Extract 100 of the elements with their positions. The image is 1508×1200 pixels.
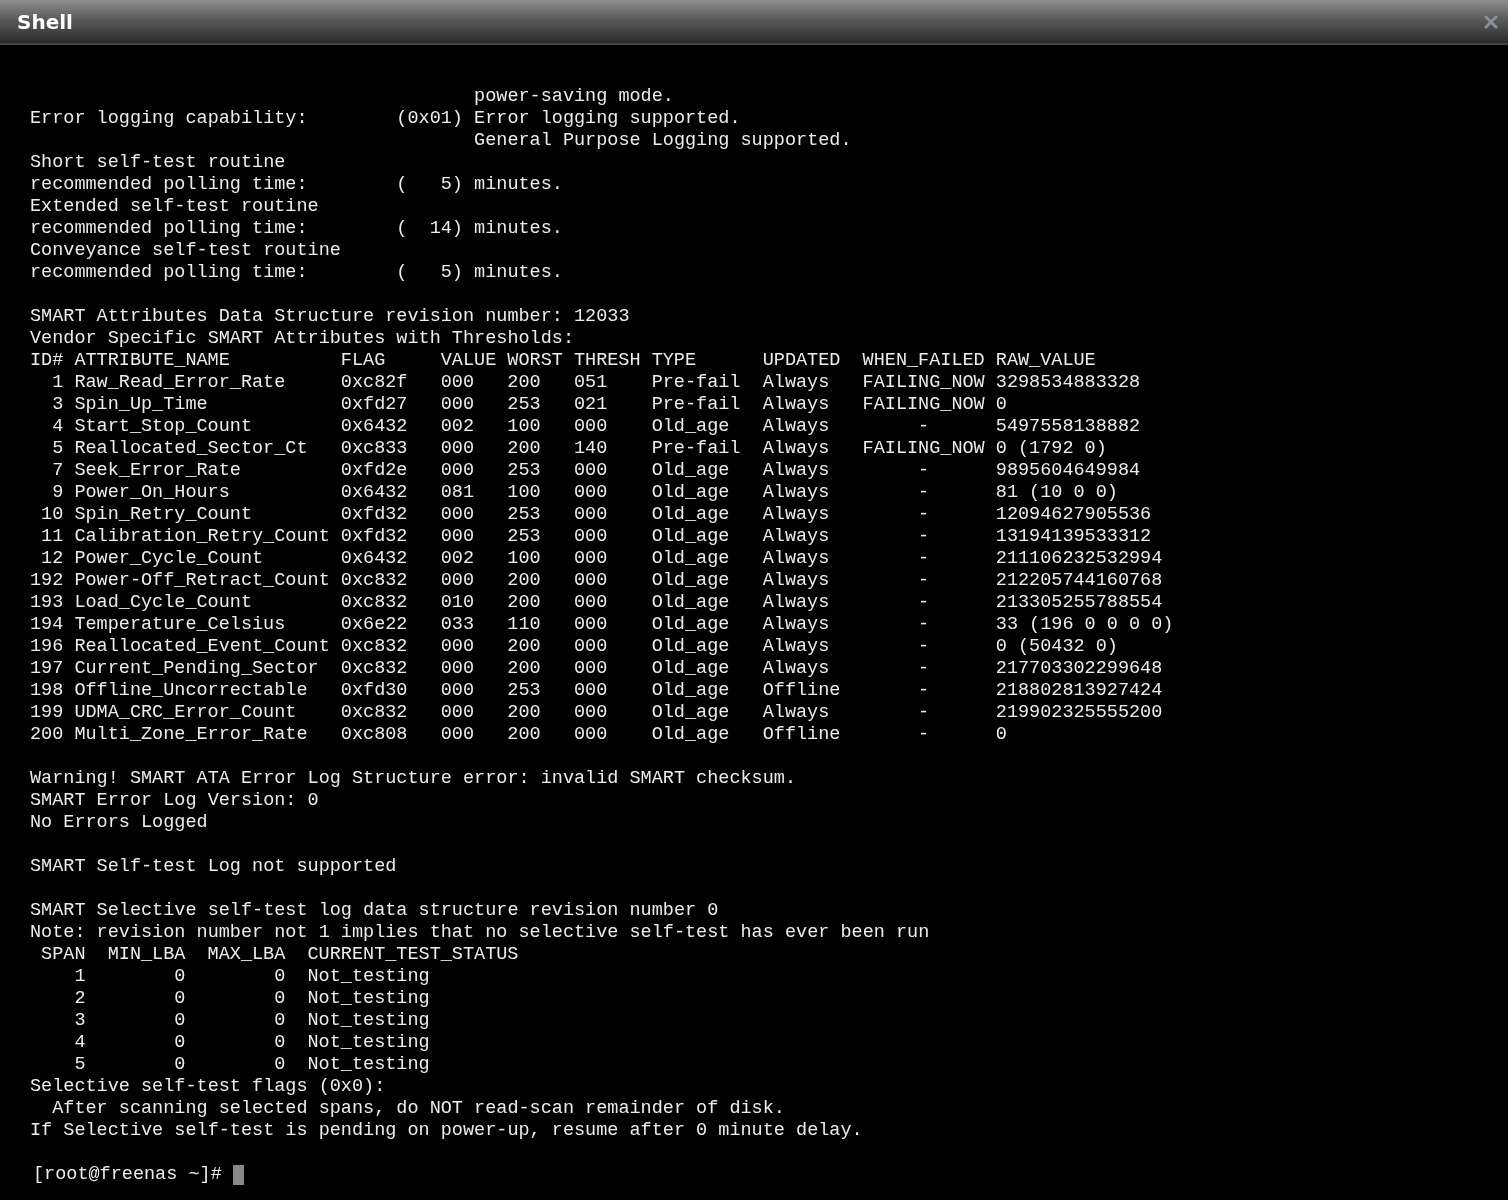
table-cell-text: 000 [573, 702, 609, 724]
table-cell: 0 [995, 724, 1007, 746]
table-cell: 212205744160768 [995, 570, 1163, 592]
table-cell-text: - [917, 658, 931, 680]
table-cell-text: 0 [273, 1032, 286, 1054]
table-cell-text: 200 [507, 724, 542, 746]
table-cell-text: 002 [440, 416, 476, 438]
table-cell-text: 0xc832 [340, 592, 409, 614]
table-cell-text: - [917, 636, 931, 658]
table-cell-text: Power_Cycle_Count [74, 548, 265, 570]
table-cell-text: 110 [507, 614, 542, 636]
table-cell-text: 7 [51, 460, 64, 482]
table-cell-text: 253 [507, 680, 542, 702]
table-cell-text: 4 [73, 1032, 86, 1054]
table-cell: FAILING_NOW [862, 438, 985, 460]
table-cell-text: 0x6e22 [340, 614, 409, 636]
table-cell: 200 [30, 724, 64, 746]
table-cell-text: Multi_Zone_Error_Rate [74, 724, 309, 746]
table-cell-text: Old_age [651, 548, 731, 570]
table-cell: 81 (10 0 0) [995, 482, 1118, 504]
table-cell: Not_testing [307, 1010, 430, 1032]
table-cell-text: Old_age [651, 680, 731, 702]
table-cell-text: 000 [440, 570, 476, 592]
table-cell-text: 0xc832 [340, 636, 409, 658]
table-cell-text: - [917, 416, 931, 438]
terminal-line: SMART Attributes Data Structure revision number: 12033 [30, 306, 630, 328]
table-cell-text: Load_Cycle_Count [74, 592, 254, 614]
terminal-line: Vendor Specific SMART Attributes with Thresholds: [30, 328, 574, 350]
terminal-line: Extended self-test routine [30, 196, 319, 218]
table-cell: 219902325555200 [995, 702, 1163, 724]
table-cell-text: Old_age [651, 526, 731, 548]
table-cell-text: Always [762, 394, 831, 416]
table-cell-text: Reallocated_Sector_Ct [74, 438, 309, 460]
table-cell: 192 [30, 570, 64, 592]
table-cell-text: UDMA_CRC_Error_Count [74, 702, 298, 724]
terminal-line: Error logging capability: (0x01) Error logging supported. [30, 108, 741, 130]
table-cell-text: Old_age [651, 658, 731, 680]
table-cell-text: 0xc808 [340, 724, 409, 746]
table-cell-text: Always [762, 416, 831, 438]
column-header: WORST [507, 350, 564, 372]
table-cell-text: 000 [573, 416, 609, 438]
table-cell-text: Old_age [651, 724, 731, 746]
table-cell-text: Always [762, 504, 831, 526]
table-cell: 13194139533312 [995, 526, 1152, 548]
table-cell-text: 0 [273, 966, 286, 988]
shell-prompt: [root@freenas ~]# [33, 1164, 222, 1186]
table-cell-text: 010 [440, 592, 476, 614]
table-cell-text: Always [762, 614, 831, 636]
table-cell-text: - [917, 614, 931, 636]
table-cell: 5497558138882 [995, 416, 1141, 438]
table-cell-text: 0xfd27 [340, 394, 409, 416]
terminal-line: General Purpose Logging supported. [473, 130, 852, 152]
table-cell-text: - [917, 680, 931, 702]
table-cell-text: 0 [173, 966, 186, 988]
table-cell-text: Offline [762, 680, 842, 702]
table-cell-text: 200 [507, 592, 542, 614]
table-cell: 193 [30, 592, 64, 614]
table-cell-text: 200 [507, 702, 542, 724]
table-cell-text: Always [762, 570, 831, 592]
terminal-line: Note: revision number not 1 implies that no selective self-test has ever been run [30, 922, 930, 944]
table-cell-text: 253 [507, 504, 542, 526]
table-cell-text: 0 [173, 1032, 186, 1054]
table-cell-text: 253 [507, 460, 542, 482]
table-cell-text: 3 [73, 1010, 86, 1032]
terminal-line: Warning! SMART ATA Error Log Structure error: invalid SMART checksum. [30, 768, 797, 790]
table-cell-text: 4 [51, 416, 64, 438]
table-cell-text: 000 [440, 438, 476, 460]
table-cell-text: 000 [573, 636, 609, 658]
table-cell-text: Start_Stop_Count [74, 416, 254, 438]
table-cell: 3298534883328 [995, 372, 1141, 394]
table-cell-text: 0 [173, 1010, 186, 1032]
table-cell: Not_testing [307, 988, 430, 1010]
column-header: FLAG [340, 350, 387, 372]
table-cell-text: 200 [507, 570, 542, 592]
table-cell-text: Pre-fail [651, 372, 742, 394]
table-cell-text: - [917, 592, 931, 614]
table-cell-text: 12 [40, 548, 64, 570]
table-cell-text: 000 [573, 592, 609, 614]
table-cell-text: 0xfd32 [340, 526, 409, 548]
table-cell-text: Old_age [651, 592, 731, 614]
table-cell: 0 (50432 0) [995, 636, 1118, 658]
table-cell-text: 000 [573, 658, 609, 680]
table-cell: 9895604649984 [995, 460, 1141, 482]
column-header: UPDATED [762, 350, 842, 372]
column-header: ID# [30, 350, 64, 372]
column-header: ATTRIBUTE_NAME [74, 350, 231, 372]
table-cell-text: Always [762, 658, 831, 680]
table-cell-text: Always [762, 526, 831, 548]
table-cell-text: 000 [573, 482, 609, 504]
table-cell-text: 200 [507, 438, 542, 460]
table-cell-text: Old_age [651, 636, 731, 658]
table-cell-text: 253 [507, 394, 542, 416]
table-cell-text: Always [762, 438, 831, 460]
table-cell-text: 002 [440, 548, 476, 570]
terminal-line: recommended polling time: ( 14) minutes. [30, 218, 563, 240]
close-icon[interactable] [1484, 14, 1498, 29]
table-cell: 199 [30, 702, 64, 724]
table-cell-text: 0xc832 [340, 658, 409, 680]
table-cell-text: Always [762, 548, 831, 570]
table-cell-text: Temperature_Celsius [74, 614, 287, 636]
